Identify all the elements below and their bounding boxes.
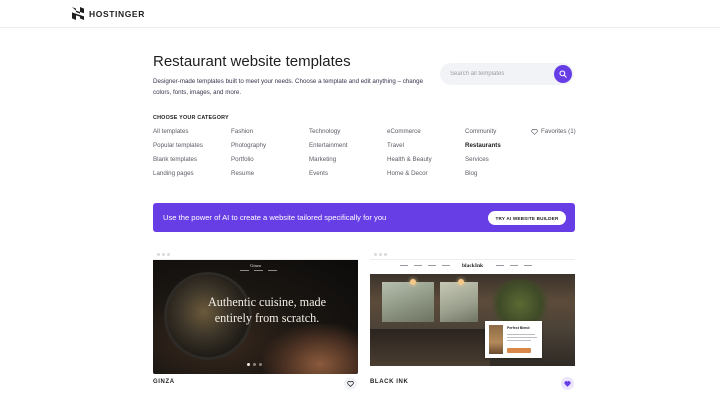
category-heading: CHOOSE YOUR CATEGORY xyxy=(153,115,229,121)
category-column-5: Community Restaurants Services Blog xyxy=(465,128,501,184)
category-health-beauty[interactable]: Health & Beauty xyxy=(387,156,432,170)
brand-name: HOSTINGER xyxy=(89,8,145,19)
category-column-2: Fashion Photography Portfolio Resume xyxy=(231,128,266,184)
category-column-4: eCommerce Travel Health & Beauty Home & … xyxy=(387,128,432,184)
lamp-image xyxy=(458,279,464,285)
lamp-image xyxy=(410,279,416,285)
favorites-link[interactable]: Favorites (1) xyxy=(531,128,576,135)
category-restaurants[interactable]: Restaurants xyxy=(465,142,501,156)
heart-filled-icon xyxy=(564,380,571,387)
feature-card-button xyxy=(507,348,531,353)
category-all-templates[interactable]: All templates xyxy=(153,128,203,142)
category-community[interactable]: Community xyxy=(465,128,501,142)
category-blog[interactable]: Blog xyxy=(465,170,501,184)
template-name: GINZA xyxy=(153,379,175,385)
category-column-1: All templates Popular templates Blank te… xyxy=(153,128,203,184)
ai-builder-banner: Use the power of AI to create a website … xyxy=(153,203,575,232)
category-home-decor[interactable]: Home & Decor xyxy=(387,170,432,184)
feature-card-title: Perfect Blend xyxy=(507,326,530,330)
page-description: Designer-made templates built to meet yo… xyxy=(153,78,424,96)
search-input[interactable] xyxy=(450,63,550,85)
category-marketing[interactable]: Marketing xyxy=(309,156,348,170)
heart-outline-icon xyxy=(347,380,354,387)
black-ink-preview-brand: blackInk xyxy=(462,263,484,269)
category-photography[interactable]: Photography xyxy=(231,142,266,156)
category-column-3: Technology Entertainment Marketing Event… xyxy=(309,128,348,184)
ginza-preview-headline: Authentic cuisine, made entirely from sc… xyxy=(207,295,327,325)
template-preview-ginza[interactable]: Ginza Authentic cuisine, made entirely f… xyxy=(153,249,358,374)
category-entertainment[interactable]: Entertainment xyxy=(309,142,348,156)
coffee-image xyxy=(489,325,503,354)
category-travel[interactable]: Travel xyxy=(387,142,432,156)
carousel-dots xyxy=(247,363,262,366)
try-ai-website-builder-button[interactable]: TRY AI WEBSITE BUILDER xyxy=(488,211,566,225)
ginza-preview-brand: Ginza xyxy=(250,263,261,268)
category-landing-pages[interactable]: Landing pages xyxy=(153,170,203,184)
template-name: BLACK INK xyxy=(370,379,409,385)
category-resume[interactable]: Resume xyxy=(231,170,266,184)
category-ecommerce[interactable]: eCommerce xyxy=(387,128,432,142)
search-button[interactable] xyxy=(554,65,572,83)
black-ink-nav-right xyxy=(496,265,532,267)
template-preview-black-ink[interactable]: blackInk Perfect Blend xyxy=(370,249,575,374)
top-bar: HOSTINGER xyxy=(0,0,720,28)
hand-image xyxy=(263,324,358,374)
window-image xyxy=(440,282,478,322)
page-title: Restaurant website templates xyxy=(153,53,351,70)
category-fashion[interactable]: Fashion xyxy=(231,128,266,142)
category-technology[interactable]: Technology xyxy=(309,128,348,142)
favorites-label: Favorites (1) xyxy=(541,128,576,135)
favorite-button[interactable] xyxy=(561,377,574,390)
ginza-preview-nav xyxy=(240,270,277,272)
tables-image xyxy=(370,329,490,366)
window-image xyxy=(382,282,434,322)
category-popular-templates[interactable]: Popular templates xyxy=(153,142,203,156)
black-ink-nav-left xyxy=(400,265,450,267)
browser-chrome xyxy=(370,249,575,260)
category-blank-templates[interactable]: Blank templates xyxy=(153,156,203,170)
category-services[interactable]: Services xyxy=(465,156,501,170)
category-events[interactable]: Events xyxy=(309,170,348,184)
template-search xyxy=(440,63,574,85)
ai-banner-text: Use the power of AI to create a website … xyxy=(163,213,387,222)
category-portfolio[interactable]: Portfolio xyxy=(231,156,266,170)
hostinger-logo[interactable]: HOSTINGER xyxy=(72,7,145,20)
browser-chrome xyxy=(153,249,358,260)
black-ink-footer xyxy=(370,366,575,374)
favorite-button[interactable] xyxy=(344,377,357,390)
hostinger-h-logo-icon xyxy=(72,7,84,20)
heart-outline-icon xyxy=(531,128,538,135)
search-icon xyxy=(559,70,567,78)
black-ink-feature-card: Perfect Blend xyxy=(485,321,542,358)
